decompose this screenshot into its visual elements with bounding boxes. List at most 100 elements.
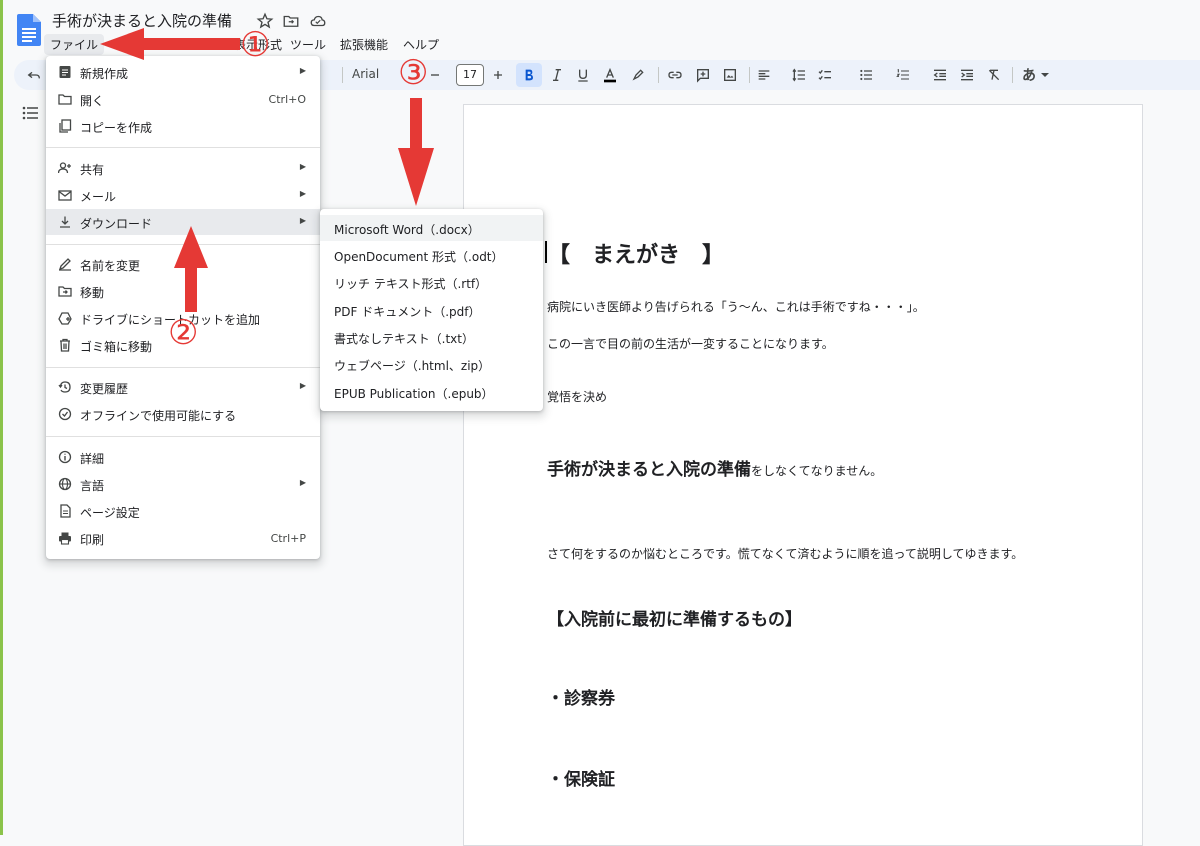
share-person-icon (58, 162, 71, 174)
menu-item-label: メール (80, 190, 117, 204)
insert-comment-icon[interactable] (695, 67, 711, 83)
menu-item-label: ページ設定 (80, 506, 140, 520)
menu-tools[interactable]: ツール (284, 34, 332, 55)
toolbar-separator (749, 67, 750, 83)
annotation-arrow-left-icon (100, 28, 240, 60)
line-spacing-icon[interactable] (791, 67, 807, 83)
submenu-arrow-icon: ▶ (299, 189, 306, 198)
increase-indent-icon[interactable] (959, 67, 975, 83)
doc-bold-phrase: 手術が決まると入院の準備 (547, 460, 751, 480)
highlight-color-icon[interactable] (630, 67, 646, 83)
move-folder-icon (58, 286, 72, 297)
checklist-icon[interactable] (817, 67, 833, 83)
increase-font-size-icon[interactable] (490, 67, 506, 83)
left-edge-strip (0, 0, 3, 835)
menu-item-details[interactable]: 詳細 (46, 444, 320, 470)
drive-shortcut-icon (58, 312, 72, 325)
download-docx[interactable]: Microsoft Word（.docx） (320, 215, 543, 241)
info-icon (58, 450, 72, 464)
submenu-item-label: PDF ドキュメント（.pdf） (334, 305, 481, 319)
submenu-item-label: リッチ テキスト形式（.rtf） (334, 277, 488, 291)
trash-icon (60, 338, 70, 352)
decrease-font-size-icon[interactable] (427, 67, 443, 83)
menu-item-label: 開く (80, 94, 105, 108)
document-outline-icon[interactable] (22, 106, 38, 120)
rename-pen-icon (58, 258, 71, 271)
folder-open-icon (58, 94, 72, 105)
new-document-icon (59, 66, 71, 78)
bulleted-list-icon[interactable] (858, 67, 874, 83)
annotation-step-2: ② (168, 313, 199, 353)
download-pdf[interactable]: PDF ドキュメント（.pdf） (320, 297, 543, 323)
menu-item-label: ゴミ箱に移動 (80, 340, 153, 354)
submenu-item-label: EPUB Publication（.epub） (334, 387, 494, 401)
move-to-folder-icon[interactable] (282, 12, 300, 30)
clear-formatting-icon[interactable] (986, 67, 1002, 83)
doc-paragraph: 覚悟を決め (547, 390, 608, 404)
italic-icon[interactable] (549, 67, 565, 83)
copy-icon (59, 119, 72, 133)
download-html[interactable]: ウェブページ（.html、zip） (320, 351, 543, 377)
menu-item-language[interactable]: 言語 ▶ (46, 471, 320, 497)
menu-item-make-copy[interactable]: コピーを作成 (46, 113, 320, 139)
download-submenu: Microsoft Word（.docx） OpenDocument 形式（.o… (320, 209, 543, 411)
mail-icon (58, 190, 72, 201)
submenu-arrow-icon: ▶ (299, 66, 306, 75)
menu-item-new[interactable]: 新規作成 ▶ (46, 59, 320, 85)
annotation-step-1: ① (240, 25, 271, 65)
chevron-down-icon[interactable] (1040, 67, 1050, 83)
menu-item-label: 名前を変更 (80, 259, 141, 273)
bold-button[interactable] (516, 63, 542, 87)
submenu-item-label: Microsoft Word（.docx） (334, 223, 480, 237)
menu-item-print[interactable]: 印刷 Ctrl+P (46, 525, 320, 551)
align-icon[interactable] (756, 67, 772, 83)
menu-item-version-history[interactable]: 変更履歴 ▶ (46, 374, 320, 400)
insert-image-icon[interactable] (722, 67, 738, 83)
menu-divider (46, 367, 320, 368)
toolbar-separator (1012, 67, 1013, 83)
menu-item-open[interactable]: 開く Ctrl+O (46, 86, 320, 112)
menu-help[interactable]: ヘルプ (397, 34, 445, 55)
menu-file[interactable]: ファイル (44, 34, 105, 55)
submenu-arrow-icon: ▶ (299, 381, 306, 390)
undo-icon[interactable] (26, 67, 42, 83)
doc-heading: 【入院前に最初に準備するもの】 (547, 610, 802, 630)
insert-link-icon[interactable] (667, 67, 683, 83)
cloud-status-icon[interactable] (309, 12, 327, 30)
doc-paragraph: この一言で目の前の生活が一変することになります。 (547, 337, 834, 351)
doc-text: をしなくてなりません。 (751, 464, 883, 478)
decrease-indent-icon[interactable] (932, 67, 948, 83)
download-rtf[interactable]: リッチ テキスト形式（.rtf） (320, 269, 543, 295)
font-size-input[interactable]: 17 (456, 64, 484, 86)
print-icon (59, 532, 71, 545)
page-setup-icon (60, 504, 71, 518)
text-color-icon[interactable] (602, 67, 618, 83)
doc-heading-maegaki: 【 まえがき 】 (548, 243, 725, 268)
submenu-arrow-icon: ▶ (299, 478, 306, 487)
menu-item-page-setup[interactable]: ページ設定 (46, 498, 320, 524)
menu-extensions[interactable]: 拡張機能 (334, 34, 394, 55)
download-txt[interactable]: 書式なしテキスト（.txt） (320, 324, 543, 350)
text-cursor (545, 241, 547, 263)
menu-item-label: オフラインで使用可能にする (80, 409, 237, 423)
download-epub[interactable]: EPUB Publication（.epub） (320, 379, 543, 405)
menu-item-share[interactable]: 共有 ▶ (46, 155, 320, 181)
menu-item-email[interactable]: メール ▶ (46, 182, 320, 208)
download-odt[interactable]: OpenDocument 形式（.odt） (320, 242, 543, 268)
underline-icon[interactable] (575, 67, 591, 83)
doc-paragraph: さて何をするのか悩むところです。慌てなくて済むように順を追って説明してゆきます。 (547, 547, 1024, 561)
menu-item-label: 移動 (80, 286, 105, 300)
menu-divider (46, 436, 320, 437)
menu-item-label: ダウンロード (80, 217, 153, 231)
menu-item-label: コピーを作成 (80, 121, 153, 135)
bold-icon (525, 69, 533, 81)
font-family-select[interactable]: Arial (352, 67, 379, 81)
google-docs-logo-icon[interactable] (17, 14, 41, 46)
document-page[interactable]: 【 まえがき 】 病院にいき医師より告げられる「う〜ん、これは手術ですね・・・」… (463, 104, 1143, 846)
numbered-list-icon[interactable] (895, 67, 911, 83)
history-icon (58, 381, 71, 393)
submenu-item-label: OpenDocument 形式（.odt） (334, 250, 504, 264)
input-tools-button[interactable]: あ (1022, 65, 1036, 85)
menu-item-offline[interactable]: オフラインで使用可能にする (46, 401, 320, 427)
submenu-arrow-icon: ▶ (299, 162, 306, 171)
